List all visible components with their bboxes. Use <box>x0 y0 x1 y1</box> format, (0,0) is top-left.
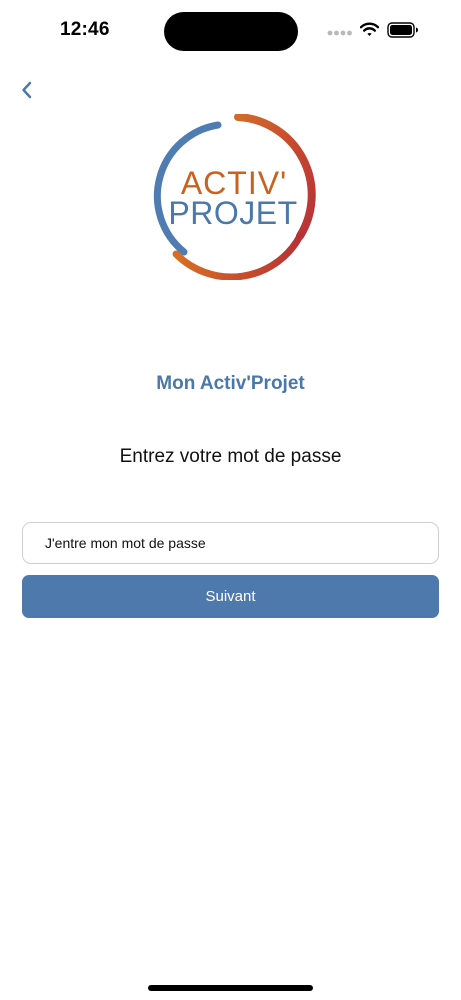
password-input[interactable] <box>22 522 439 564</box>
status-time: 12:46 <box>60 19 110 40</box>
dynamic-island <box>164 12 298 51</box>
battery-icon <box>387 22 418 38</box>
signal-dots-icon <box>327 30 352 36</box>
password-screen: 12:46 ACTIV' PROJET Mon Activ'Projet Ent… <box>0 0 461 1000</box>
home-indicator <box>148 985 313 991</box>
wifi-icon <box>360 22 379 36</box>
activ-projet-logo: ACTIV' PROJET <box>153 114 316 280</box>
logo-text-projet: PROJET <box>168 195 297 231</box>
page-title: Mon Activ'Projet <box>156 373 305 394</box>
chevron-left-icon <box>22 81 32 99</box>
back-button[interactable] <box>15 76 41 104</box>
password-prompt: Entrez votre mot de passe <box>119 446 342 467</box>
next-button[interactable]: Suivant <box>22 575 439 618</box>
